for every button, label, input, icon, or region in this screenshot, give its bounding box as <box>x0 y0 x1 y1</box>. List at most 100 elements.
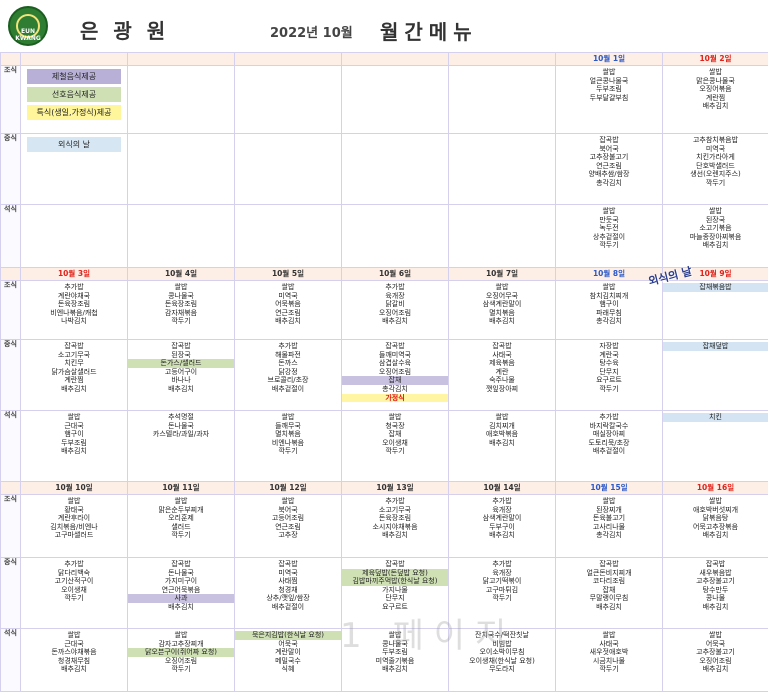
menu-item: 자장밥 <box>556 342 662 351</box>
menu-cell: 쌀밥사태국새우젓애호박시금치나물깍두기 <box>556 629 663 692</box>
menu-item: 오이생채(한식날 요청) <box>449 657 555 666</box>
menu-item: 계란후라이 <box>21 514 127 523</box>
menu-item: 잔치국수/떡잔칫날 <box>449 631 555 640</box>
menu-item: 돈육장조림 <box>21 300 127 309</box>
menu-item: 닭오븐구이(쥐어짜 요청) <box>128 648 234 657</box>
menu-item: 추가밥 <box>21 560 127 569</box>
meal-row: 중식외식의 날잡곡밥북어국고추장불고기연근조림양배추쌈/쌈장총각김치고추참치볶음… <box>1 134 768 205</box>
menu-item: 깍두기 <box>21 594 127 603</box>
menu-cell: 잡곡밥북어국고추장불고기연근조림양배추쌈/쌈장총각김치 <box>556 134 663 205</box>
menu-item: 청경채무침 <box>21 657 127 666</box>
menu-item: 오리훈제 <box>128 514 234 523</box>
menu-cell <box>21 205 128 268</box>
menu-item: 청국장 <box>342 422 448 431</box>
menu-cell: 추가밥해물파전돈까스닭강정브로콜리/초장배추겉절이 <box>235 340 342 411</box>
menu-item: 깍두기 <box>128 665 234 674</box>
date-cell: 10월 13일 <box>342 482 449 495</box>
menu-item: 애호박버섯찌개 <box>663 506 768 515</box>
menu-item: 잡곡밥 <box>235 560 341 569</box>
menu-item: 총각김치 <box>556 317 662 326</box>
menu-item: 쌀밥 <box>21 631 127 640</box>
menu-cell: 쌀밥김치찌개애호박볶음배추김치 <box>449 411 556 482</box>
menu-item: 총각김치 <box>556 179 662 188</box>
menu-item: 배추김치 <box>21 665 127 674</box>
legend-item: 선호음식제공 <box>27 87 121 102</box>
menu-item: 잡곡밥 <box>449 342 555 351</box>
menu-item: 삼색계란말이 <box>449 514 555 523</box>
menu-item: 계란찜 <box>21 376 127 385</box>
menu-item: 콩나물국 <box>342 640 448 649</box>
menu-item: 근대국 <box>21 640 127 649</box>
date-cell: 10월 7일 <box>449 268 556 281</box>
menu-item: 참치김치찌개 <box>556 292 662 301</box>
date-cell: 10월 14일 <box>449 482 556 495</box>
menu-item: 소고기무국 <box>21 351 127 360</box>
date-cell: 10월 4일 <box>128 268 235 281</box>
menu-item: 사과 <box>128 594 234 603</box>
menu-cell: 잡곡밥들깨미역국삼겹살수육오징어조림잡채총각김치가정식 <box>342 340 449 411</box>
menu-item: 배추김치 <box>342 317 448 326</box>
meal-label: 조식 <box>1 495 21 558</box>
menu-cell <box>235 66 342 134</box>
org-name: 은 광 원 <box>80 15 169 44</box>
menu-item: 근대국 <box>21 422 127 431</box>
date-cell: 10월 12일 <box>235 482 342 495</box>
meal-row: 조식추가밥계란야채국돈육장조림비엔나볶음/캐첩나박김치쌀밥콩나물국돈육장조림감자… <box>1 281 768 340</box>
menu-item: 제육볶음 <box>449 359 555 368</box>
menu-cell: 추가밥닭다리백숙고기산적구이오이생채깍두기 <box>21 558 128 629</box>
meal-row: 석식쌀밥근대국햄구이두부조림배추김치추석명절돈나물국카스텔라/과일/과자쌀밥들깨… <box>1 411 768 482</box>
menu-cell: 쌀밥콩나물국돈육장조림감자채볶음깍두기 <box>128 281 235 340</box>
menu-item: 양배추쌈/쌈장 <box>556 170 662 179</box>
menu-item: 육개장 <box>449 569 555 578</box>
menu-item: 소고기무국 <box>342 506 448 515</box>
menu-item: 얼큰돈비지찌개 <box>556 569 662 578</box>
menu-item: 쌀밥 <box>556 631 662 640</box>
menu-item: 배추김치 <box>235 317 341 326</box>
menu-cell: 쌀밥얼큰콩나물국두부조림두부달걀부침 <box>556 66 663 134</box>
menu-item: 깍두기 <box>556 385 662 394</box>
menu-item: 된장국 <box>663 216 768 225</box>
menu-cell: 추가밥육개장닭고기떡볶이고구마튀김깍두기 <box>449 558 556 629</box>
date-cell: 10월 1일 <box>556 53 663 66</box>
menu-item: 추가밥 <box>556 413 662 422</box>
menu-item: 숙주나물 <box>449 376 555 385</box>
menu-item: 돈까스 <box>235 359 341 368</box>
menu-item: 만둣국 <box>556 216 662 225</box>
menu-item: 배추김치 <box>663 665 768 674</box>
menu-cell <box>128 134 235 205</box>
menu-item: 어묵볶음 <box>235 300 341 309</box>
date-cell <box>449 53 556 66</box>
menu-item: 북어국 <box>556 145 662 154</box>
menu-item: 잡채볶음밥 <box>663 283 768 292</box>
menu-item: 녹두전 <box>556 224 662 233</box>
menu-item: 계란국 <box>556 351 662 360</box>
menu-item: 쌀밥 <box>449 413 555 422</box>
menu-cell: 고추참치볶음밥미역국치킨가라아게단호박샐러드생선(오렌지주스)깍두기 <box>663 134 768 205</box>
menu-item: 된장국 <box>128 351 234 360</box>
menu-cell: 추가밥소고기무국돈육장조림소시지야채볶음배추김치 <box>342 495 449 558</box>
menu-item: 시금치나물 <box>556 657 662 666</box>
menu-item: 고구마샐러드 <box>21 531 127 540</box>
menu-cell: 쌀밥맑은순두부찌개오리훈제샐러드깍두기 <box>128 495 235 558</box>
date-row: 10월 10일10월 11일10월 12일10월 13일10월 14일10월 1… <box>1 482 768 495</box>
menu-item: 두부조림 <box>556 85 662 94</box>
menu-item: 쌀밥 <box>556 497 662 506</box>
menu-cell <box>342 66 449 134</box>
menu-item: 돈나물국 <box>128 422 234 431</box>
menu-month: 2022년 10월 <box>270 22 353 41</box>
meal-row: 조식제철음식제공선호음식제공특식(생일,가정식)제공쌀밥얼큰콩나물국두부조림두부… <box>1 66 768 134</box>
menu-cell <box>235 205 342 268</box>
menu-item: 깍두기 <box>235 447 341 456</box>
menu-item: 무말랭이무침 <box>556 594 662 603</box>
menu-cell: 잔치국수/떡잔칫날비빔밥오이소박이무침오이생채(한식날 요청)무도라지 <box>449 629 556 692</box>
menu-item: 새우볶음밥 <box>663 569 768 578</box>
menu-item: 배추김치 <box>449 439 555 448</box>
date-row: 10월 1일10월 2일 <box>1 53 768 66</box>
menu-item: 쌀밥 <box>663 68 768 77</box>
menu-item: 배추겉절이 <box>235 603 341 612</box>
menu-item: 추가밥 <box>342 497 448 506</box>
menu-item: 단무지 <box>556 368 662 377</box>
menu-cell <box>449 205 556 268</box>
menu-item: 깍두기 <box>342 447 448 456</box>
date-cell: 10월 15일 <box>556 482 663 495</box>
